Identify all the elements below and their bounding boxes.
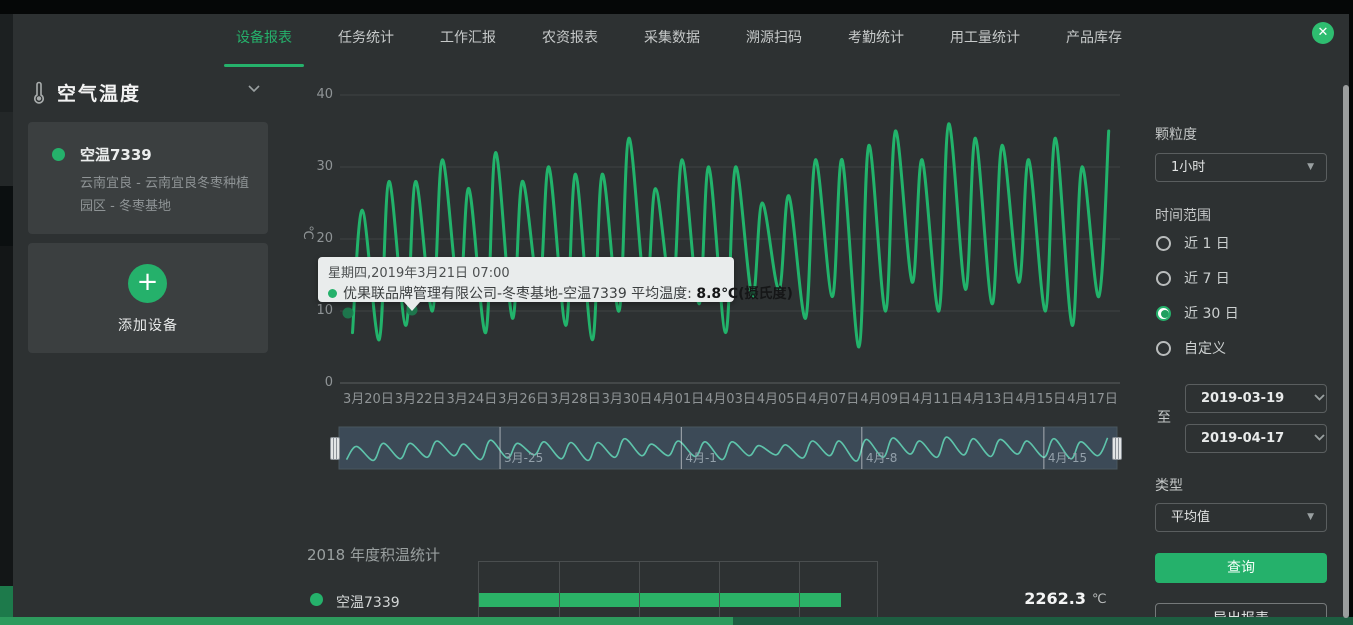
x-tick: 4月15日 — [1015, 388, 1066, 407]
tab-0[interactable]: 设备报表 — [236, 27, 292, 61]
x-tick: 3月30日 — [602, 388, 653, 407]
add-device-label: 添加设备 — [28, 315, 268, 335]
radio-label: 近 7 日 — [1184, 268, 1230, 288]
tab-1[interactable]: 任务统计 — [338, 27, 394, 61]
query-button[interactable]: 查询 — [1155, 553, 1327, 583]
tab-8[interactable]: 产品库存 — [1066, 27, 1122, 61]
x-tick: 4月01日 — [653, 388, 704, 407]
dropdown-arrow-icon: ▼ — [1307, 504, 1314, 531]
radio-label: 近 1 日 — [1184, 233, 1230, 253]
type-label: 类型 — [1155, 475, 1183, 495]
datazoom-right-handle[interactable] — [1112, 437, 1122, 460]
accumulated-bar[interactable] — [479, 593, 841, 607]
x-axis-labels: 3月20日3月22日3月24日3月26日3月28日3月30日4月01日4月03日… — [343, 388, 1118, 407]
navigator-label: 4月-1 — [685, 449, 717, 466]
device-card[interactable]: 空温7339 云南宜良 - 云南宜良冬枣种植园区 - 冬枣基地 — [28, 122, 268, 234]
to-date-select[interactable]: 2019-04-17 — [1185, 424, 1327, 453]
accumulated-title: 2018 年度积温统计 — [307, 544, 440, 565]
granularity-select[interactable]: 1小时 ▼ — [1155, 153, 1327, 182]
radio-3[interactable]: 自定义 — [1156, 338, 1226, 358]
x-tick: 3月26日 — [498, 388, 549, 407]
background-rail — [0, 14, 13, 625]
chart-tooltip: 星期四,2019年3月21日 07:00 优果联品牌管理有限公司-冬枣基地-空温… — [318, 257, 734, 302]
device-status-dot — [52, 148, 65, 161]
series-marker-dot — [328, 289, 337, 298]
navigator-label: 4月-15 — [1048, 449, 1087, 466]
datazoom-left-handle[interactable] — [330, 437, 340, 460]
dashboard-stage: 设备报表任务统计工作汇报农资报表采集数据溯源扫码考勤统计用工量统计产品库存 ✕ … — [0, 0, 1353, 625]
granularity-value: 1小时 — [1171, 160, 1205, 175]
granularity-label: 颗粒度 — [1155, 124, 1197, 144]
type-select[interactable]: 平均值 ▼ — [1155, 503, 1327, 532]
tooltip-series-line: 优果联品牌管理有限公司-冬枣基地-空温7339 平均温度: 8.8℃(摄氏度) — [328, 283, 724, 303]
radio-1[interactable]: 近 7 日 — [1156, 268, 1230, 288]
x-tick: 3月22日 — [395, 388, 446, 407]
date-to-label: 至 — [1157, 407, 1171, 427]
close-icon[interactable]: ✕ — [1312, 22, 1334, 44]
accumulated-value: 2262.3 — [960, 589, 1086, 608]
bottom-bar-right — [733, 617, 1353, 625]
from-date-select[interactable]: 2019-03-19 — [1185, 384, 1327, 413]
plus-icon: + — [128, 264, 167, 303]
radio-icon[interactable] — [1156, 236, 1171, 251]
radio-icon[interactable] — [1156, 271, 1171, 286]
radio-label: 近 30 日 — [1184, 303, 1239, 323]
x-tick: 4月07日 — [808, 388, 859, 407]
x-tick: 3月20日 — [343, 388, 394, 407]
tooltip-value: 8.8℃(摄氏度) — [696, 286, 793, 302]
accumulated-bar-chart — [478, 561, 878, 618]
tooltip-pointer — [404, 302, 420, 311]
to-date-value: 2019-04-17 — [1201, 431, 1284, 446]
radio-2[interactable]: 近 30 日 — [1156, 303, 1239, 323]
x-tick: 4月09日 — [860, 388, 911, 407]
tab-3[interactable]: 农资报表 — [542, 27, 598, 61]
radio-checked-icon[interactable] — [1156, 306, 1171, 321]
frame-right — [1349, 0, 1353, 625]
tooltip-date: 星期四,2019年3月21日 07:00 — [328, 262, 724, 281]
x-tick: 4月05日 — [757, 388, 808, 407]
x-tick: 3月24日 — [446, 388, 497, 407]
tab-6[interactable]: 考勤统计 — [848, 27, 904, 61]
dropdown-arrow-icon: ▼ — [1307, 154, 1314, 181]
x-tick: 4月13日 — [964, 388, 1015, 407]
temperature-line-chart[interactable] — [300, 80, 1140, 392]
datazoom-navigator[interactable] — [339, 427, 1117, 469]
tab-2[interactable]: 工作汇报 — [440, 27, 496, 61]
report-tabs: 设备报表 任务统计 工作汇报 农资报表 采集数据 溯源扫码 考勤统计 用工量统计 产品库存 — [236, 27, 1168, 61]
radio-icon[interactable] — [1156, 341, 1171, 356]
sensor-group-title: 空气温度 — [57, 79, 141, 106]
time-range-label: 时间范围 — [1155, 205, 1211, 225]
tab-5[interactable]: 溯源扫码 — [746, 27, 802, 61]
radio-0[interactable]: 近 1 日 — [1156, 233, 1230, 253]
bar-series-name: 空温7339 — [336, 592, 400, 612]
tab-4[interactable]: 采集数据 — [644, 27, 700, 61]
bottom-bar-left — [0, 617, 733, 625]
from-date-value: 2019-03-19 — [1201, 391, 1284, 406]
x-tick: 4月17日 — [1067, 388, 1118, 407]
device-location: 云南宜良 - 云南宜良冬枣种植园区 - 冬枣基地 — [80, 172, 250, 218]
tab-7[interactable]: 用工量统计 — [950, 27, 1020, 61]
vertical-scrollbar[interactable] — [1343, 85, 1349, 618]
accumulated-unit: ℃ — [1092, 592, 1107, 607]
x-tick: 4月11日 — [912, 388, 963, 407]
type-value: 平均值 — [1171, 510, 1210, 525]
x-tick: 4月03日 — [705, 388, 756, 407]
tooltip-prefix: 优果联品牌管理有限公司-冬枣基地-空温7339 平均温度: — [343, 286, 696, 302]
radio-label: 自定义 — [1184, 338, 1226, 358]
device-name: 空温7339 — [80, 144, 152, 165]
navigator-label: 3月-25 — [504, 449, 543, 466]
bar-series-dot — [310, 593, 323, 606]
x-tick: 3月28日 — [550, 388, 601, 407]
add-device-button[interactable]: + 添加设备 — [28, 243, 268, 353]
navigator-label: 4月-8 — [866, 449, 898, 466]
frame-top — [0, 0, 1353, 14]
